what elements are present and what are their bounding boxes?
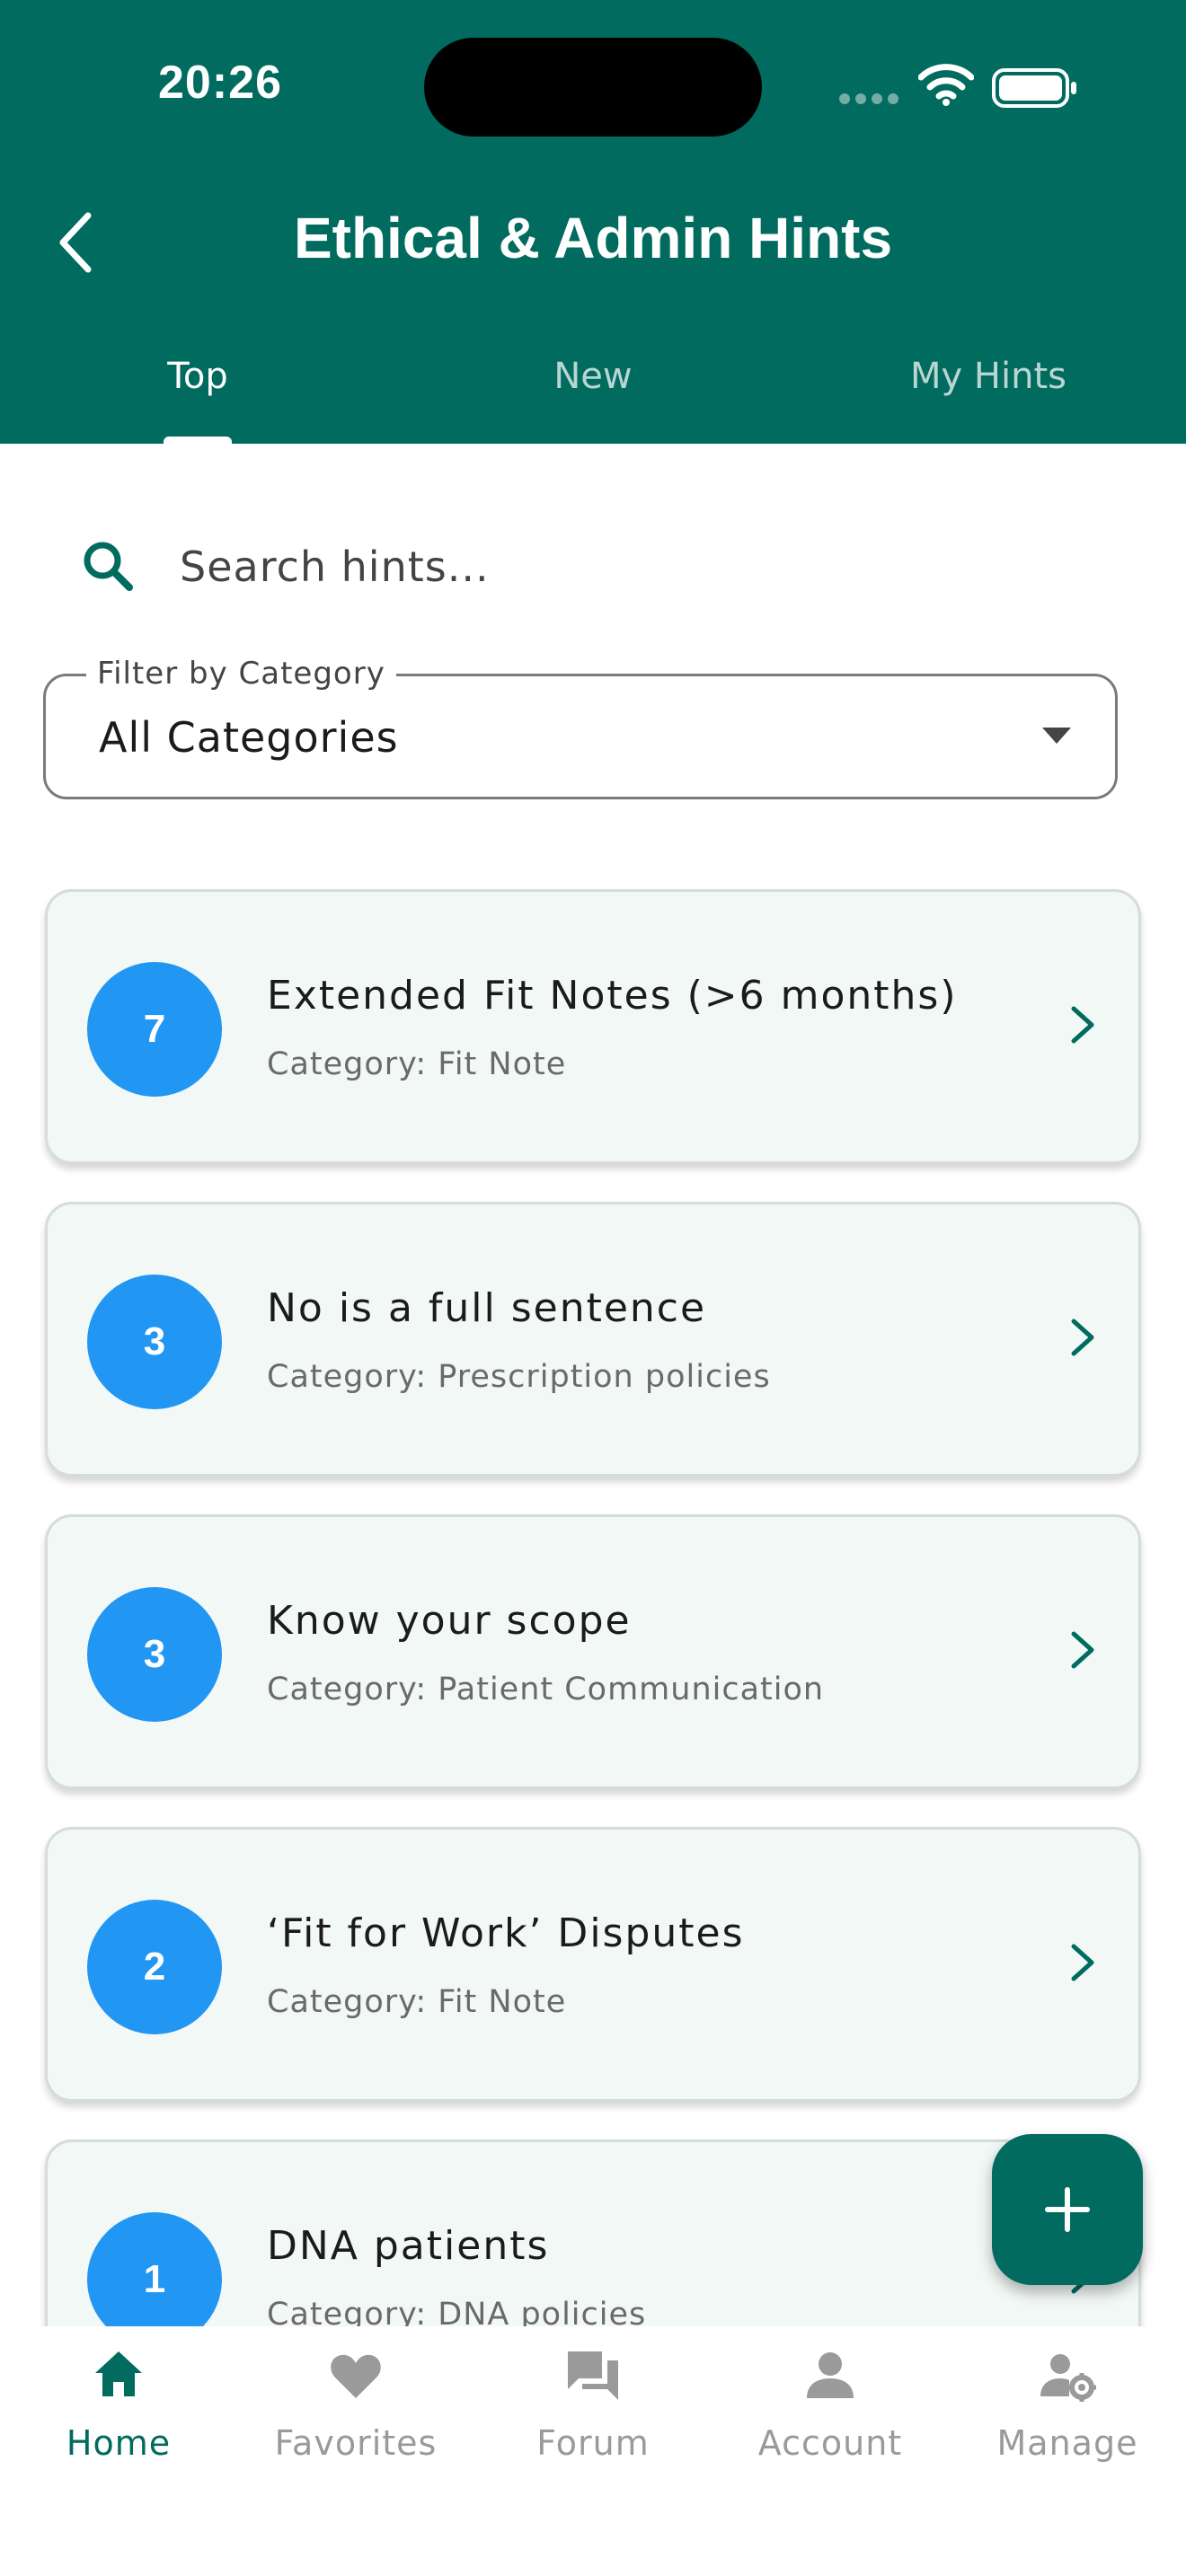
- hint-category: Category: Prescription policies: [267, 1359, 771, 1395]
- hint-category: Category: DNA policies: [267, 2297, 647, 2326]
- hint-category: Category: Fit Note: [267, 1046, 567, 1082]
- hint-category: Category: Patient Communication: [267, 1672, 825, 1707]
- tab-top[interactable]: Top: [0, 356, 395, 397]
- hint-card[interactable]: 3 Know your scope Category: Patient Comm…: [45, 1514, 1141, 1789]
- hint-title: DNA patients: [267, 2223, 550, 2269]
- hint-title: ‘Fit for Work’ Disputes: [267, 1910, 745, 1956]
- nav-label: Home: [66, 2423, 172, 2463]
- tab-my-hints[interactable]: My Hints: [791, 356, 1186, 397]
- filter-selected-value[interactable]: All Categories: [99, 713, 399, 762]
- hint-count-badge: 2: [87, 1900, 222, 2034]
- filter-label: Filter by Category: [86, 656, 396, 692]
- hint-count-badge: 3: [87, 1587, 222, 1722]
- nav-forum[interactable]: Forum: [474, 2326, 712, 2576]
- hint-category: Category: Fit Note: [267, 1984, 567, 2020]
- app-header: 20:26 Ethical & Admin Hints Top New My H…: [0, 0, 1186, 446]
- nav-account[interactable]: Account: [712, 2326, 949, 2576]
- hint-card[interactable]: 3 No is a full sentence Category: Prescr…: [45, 1202, 1141, 1477]
- add-hint-button[interactable]: [992, 2134, 1143, 2285]
- forum-icon: [568, 2351, 618, 2400]
- nav-label: Account: [757, 2423, 903, 2463]
- hint-count-badge: 3: [87, 1275, 222, 1409]
- active-tab-indicator: [164, 437, 232, 446]
- chevron-right-icon: [1071, 1631, 1094, 1669]
- search-icon: [84, 542, 133, 591]
- nav-manage[interactable]: Manage: [949, 2326, 1186, 2576]
- chevron-right-icon: [1071, 1319, 1094, 1356]
- manage-icon: [1040, 2354, 1096, 2402]
- hint-title: No is a full sentence: [267, 1285, 707, 1331]
- page-title: Ethical & Admin Hints: [293, 206, 893, 270]
- hint-card[interactable]: 7 Extended Fit Notes (>6 months) Categor…: [45, 889, 1141, 1164]
- hint-title: Know your scope: [267, 1598, 632, 1644]
- nav-label: Favorites: [274, 2423, 438, 2463]
- battery-icon: [992, 68, 1076, 108]
- nav-home[interactable]: Home: [0, 2326, 237, 2576]
- hint-card[interactable]: 1 DNA patients Category: DNA policies: [45, 2139, 1141, 2326]
- search-input[interactable]: [180, 535, 1078, 598]
- status-time: 20:26: [158, 57, 282, 109]
- tab-new[interactable]: New: [395, 356, 791, 397]
- hint-count-badge: 1: [87, 2212, 222, 2326]
- nav-label: Manage: [996, 2423, 1138, 2463]
- dynamic-island: [424, 38, 762, 137]
- dropdown-caret-icon[interactable]: [1042, 728, 1071, 745]
- chevron-right-icon: [1071, 1944, 1094, 1981]
- wifi-icon: [918, 64, 974, 106]
- hint-count-badge: 7: [87, 962, 222, 1097]
- nav-favorites[interactable]: Favorites: [237, 2326, 474, 2576]
- heart-icon: [331, 2354, 381, 2398]
- bottom-navigation: Home Favorites Forum Account Manage: [0, 2326, 1186, 2576]
- hint-title: Extended Fit Notes (>6 months): [267, 973, 958, 1019]
- nav-label: Forum: [536, 2423, 650, 2463]
- hint-list: 7 Extended Fit Notes (>6 months) Categor…: [0, 862, 1186, 2326]
- person-icon: [807, 2352, 854, 2398]
- chevron-right-icon: [1071, 1006, 1094, 1044]
- home-icon: [95, 2351, 142, 2396]
- plus-icon: [1045, 2187, 1090, 2232]
- hint-card[interactable]: 2 ‘Fit for Work’ Disputes Category: Fit …: [45, 1827, 1141, 2102]
